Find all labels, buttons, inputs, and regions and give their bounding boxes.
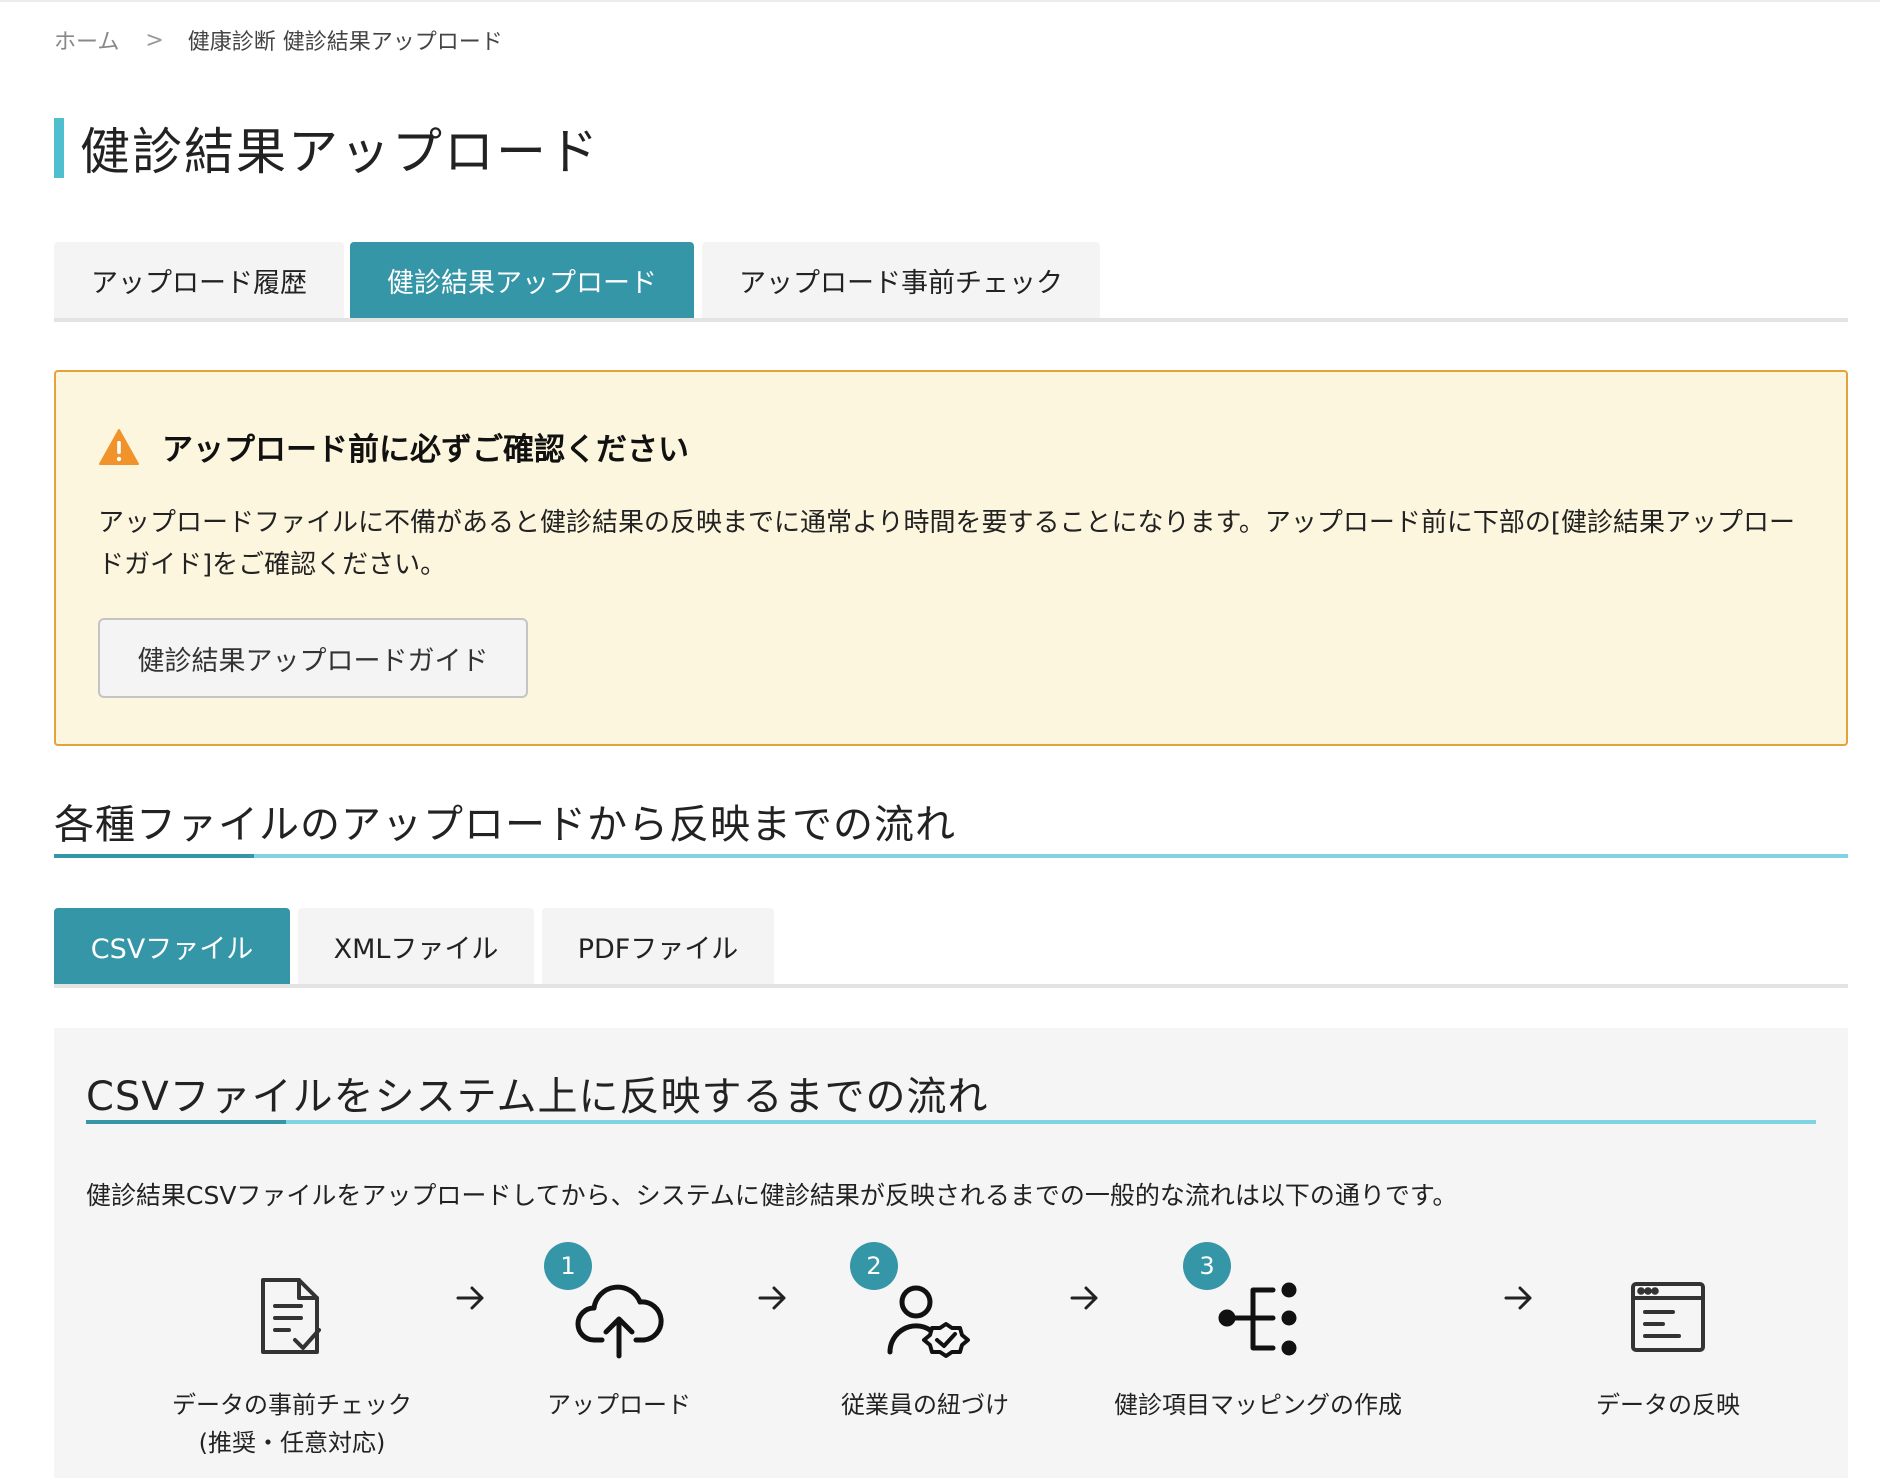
step-number-badge: 2 <box>850 1242 898 1290</box>
warning-icon <box>99 428 139 465</box>
step-label: アップロード <box>547 1391 691 1419</box>
breadcrumb-current: 健康診断 健診結果アップロード <box>187 30 503 55</box>
panel-description: 健診結果CSVファイルをアップロードしてから、システムに健診結果が反映されるまで… <box>86 1181 1458 1210</box>
section-title: 各種ファイルのアップロードから反映までの流れ <box>54 802 956 848</box>
breadcrumb: ホーム > 健康診断 健診結果アップロード <box>54 24 503 56</box>
panel-title: CSVファイルをシステム上に反映するまでの流れ <box>86 1074 989 1120</box>
notice-title: アップロード前に必ずご確認ください <box>162 432 689 468</box>
step-label: 健診項目マッピングの作成 <box>1114 1391 1402 1419</box>
browser-window-icon <box>1631 1282 1705 1352</box>
tab-pdf-file[interactable]: PDFファイル <box>542 908 774 984</box>
main-tab-bar: アップロード履歴 健診結果アップロード アップロード事前チェック <box>54 242 1848 322</box>
page-title: 健診結果アップロード <box>54 118 600 181</box>
flow-step-data-reflection: データの反映 <box>1528 1272 1808 1424</box>
title-accent-bar <box>54 118 64 178</box>
tab-xml-file[interactable]: XMLファイル <box>298 908 534 984</box>
flow-panel: CSVファイルをシステム上に反映するまでの流れ 健診結果CSVファイルをアップロ… <box>54 1028 1848 1478</box>
step-label: データの事前チェック <box>172 1391 412 1419</box>
top-divider <box>0 0 1880 2</box>
mapping-tree-icon <box>1218 1282 1297 1356</box>
step-label: 従業員の紐づけ <box>841 1391 1009 1419</box>
user-check-icon <box>887 1285 970 1358</box>
tab-upload-history[interactable]: アップロード履歴 <box>54 242 344 318</box>
file-type-tab-bar: CSVファイル XMLファイル PDFファイル <box>54 908 1848 988</box>
document-check-icon <box>261 1278 321 1354</box>
flow-step-precheck: データの事前チェック (推奨・任意対応) <box>152 1272 432 1462</box>
notice-body: アップロードファイルに不備があると健診結果の反映までに通常より時間を要することに… <box>98 508 1796 580</box>
page-title-text: 健診結果アップロード <box>80 123 600 181</box>
flow-step-mapping: 3 健診項目マッピングの作成 <box>1108 1242 1408 1424</box>
step-sublabel: (推奨・任意対応) <box>198 1429 386 1457</box>
tab-pre-upload-check[interactable]: アップロード事前チェック <box>702 242 1100 318</box>
step-label: データの反映 <box>1596 1391 1740 1419</box>
breadcrumb-home-link[interactable]: ホーム <box>54 24 119 56</box>
cloud-upload-icon <box>575 1284 664 1359</box>
flow-step-upload: 1 アップロード <box>479 1242 759 1424</box>
step-number-badge: 1 <box>544 1242 592 1290</box>
tab-result-upload[interactable]: 健診結果アップロード <box>350 242 694 318</box>
panel-underline <box>86 1120 1816 1124</box>
notice-box: アップロード前に必ずご確認ください アップロードファイルに不備があると健診結果の… <box>54 370 1848 746</box>
upload-guide-button[interactable]: 健診結果アップロードガイド <box>98 618 528 698</box>
tab-csv-file[interactable]: CSVファイル <box>54 908 290 984</box>
step-number-badge: 3 <box>1183 1242 1231 1290</box>
breadcrumb-separator-icon: > <box>145 27 164 53</box>
section-underline <box>54 854 1848 858</box>
arrow-right-icon <box>1070 1286 1098 1310</box>
flow-step-employee-linking: 2 従業員の紐づけ <box>785 1242 1065 1424</box>
notice-header: アップロード前に必ずご確認ください <box>98 424 689 469</box>
